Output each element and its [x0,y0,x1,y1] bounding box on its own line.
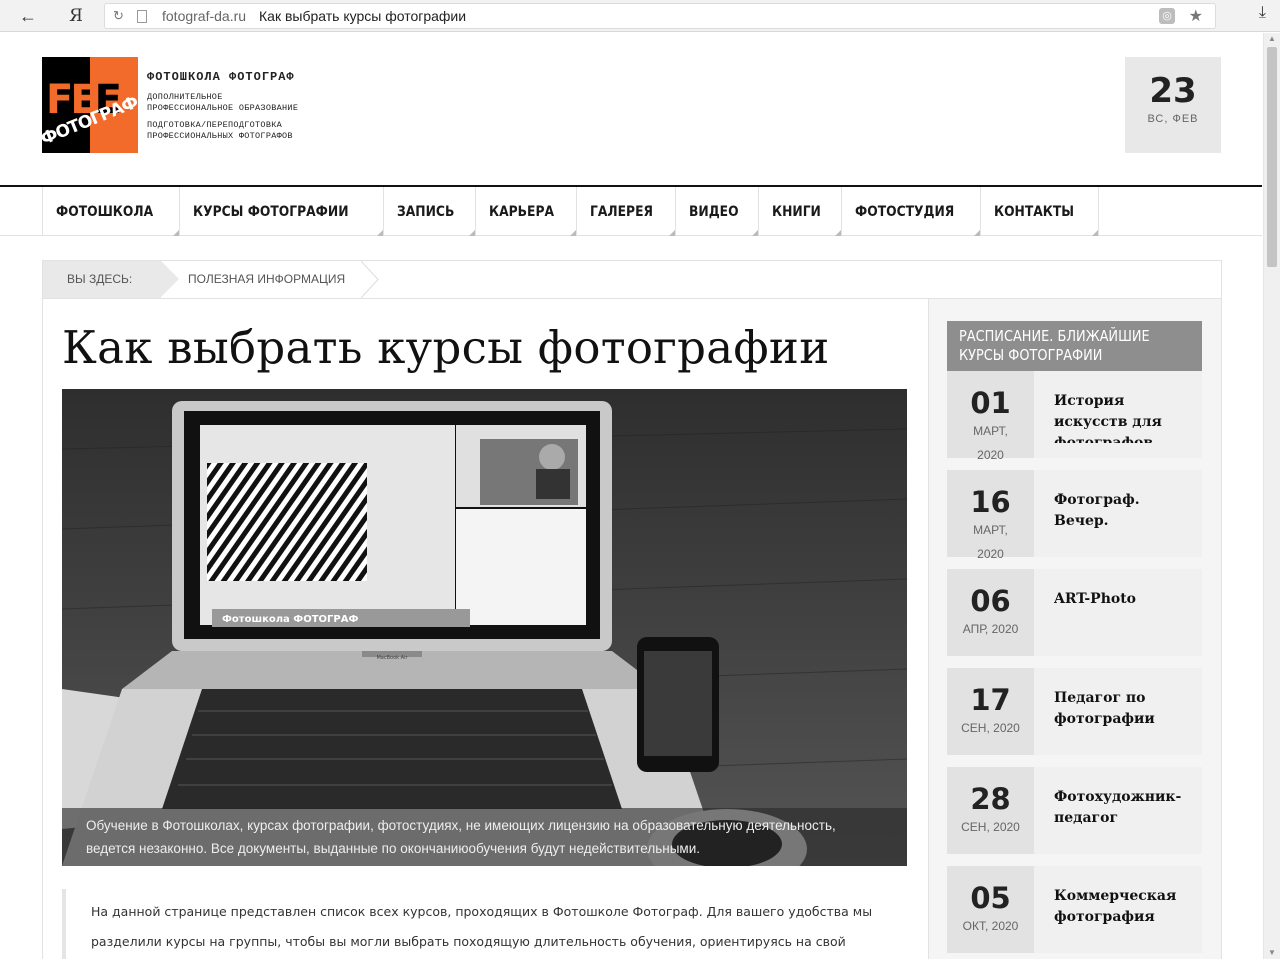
page-info-icon[interactable] [137,10,147,23]
breadcrumb: ВЫ ЗДЕСЬ: ПОЛЕЗНАЯ ИНФОРМАЦИЯ [42,260,1222,298]
school-name: ФОТОШКОЛА ФОТОГРАФ [147,70,295,84]
event-month: ОКТ, 2020 [962,919,1019,933]
event-title[interactable]: Коммерческая фотография [1054,886,1194,928]
tagline-line: ПОДГОТОВКА/ПЕРЕПОДГОТОВКА [147,120,283,130]
breadcrumb-current[interactable]: ПОЛЕЗНАЯ ИНФОРМАЦИЯ [188,261,345,298]
nav-label: ГАЛЕРЕЯ [590,203,654,220]
laptop-photo: Фотошкола ФОТОГРАФ MacBook Air [62,389,907,866]
nav-item-signup[interactable]: ЗАПИСЬ [384,187,477,236]
nav-item-studio[interactable]: ФОТОСТУДИЯ [842,187,982,236]
schedule-item[interactable]: 06 АПР, 2020 ART-Photo [947,569,1202,656]
event-date: 17 СЕН, 2020 [947,668,1034,755]
event-month: МАРТ, [973,523,1008,537]
event-day: 17 [970,683,1011,717]
event-day: 05 [970,881,1011,915]
schedule-item[interactable]: 28 СЕН, 2020 Фотохудожник-педагог [947,767,1202,854]
breadcrumb-separator-icon [361,261,379,298]
event-month: АПР, 2020 [962,622,1019,636]
download-icon[interactable]: ⤓ [1259,4,1266,22]
scroll-down-icon[interactable]: ▼ [1268,948,1276,957]
address-page-title: Как выбрать курсы фотографии [259,8,467,24]
nav-label: КУРСЫ ФОТОГРАФИИ [193,203,349,220]
event-date: 16 МАРТ, 2020 [947,470,1034,561]
event-day: 28 [970,782,1011,816]
screen-watermark: Фотошкола ФОТОГРАФ [222,614,358,625]
nav-label: ФОТОСТУДИЯ [854,203,954,220]
event-title[interactable]: Фотограф. Вечер. [1054,490,1194,532]
schedule-title: РАСПИСАНИЕ. БЛИЖАЙШИЕ КУРСЫ ФОТОГРАФИИ [947,321,1202,371]
schedule-item[interactable]: 16 МАРТ, 2020 Фотограф. Вечер. [947,470,1202,561]
event-date: 01 МАРТ, 2020 [947,371,1034,462]
event-year: 2020 [977,547,1004,561]
scroll-up-icon[interactable]: ▲ [1268,34,1276,43]
main-nav: ФОТОШКОЛА КУРСЫ ФОТОГРАФИИ ЗАПИСЬ КАРЬЕР… [0,185,1262,236]
schedule-item[interactable]: 01 МАРТ, 2020 История искусств для фотог… [947,371,1202,462]
nav-item-contacts[interactable]: КОНТАКТЫ [981,187,1100,236]
nav-label: ЗАПИСЬ [397,203,455,220]
page-scrollbar[interactable]: ▲ ▼ [1263,33,1280,959]
event-month: МАРТ, [973,424,1008,438]
address-bar[interactable]: ↻ fotograf-da.ru Как выбрать курсы фотог… [104,3,1216,29]
event-year: 2020 [977,448,1004,462]
yandex-logo-icon[interactable]: Я [64,4,88,28]
nav-label: КАРЬЕРА [489,203,555,220]
school-tagline: ФОТОШКОЛА ФОТОГРАФ ДОПОЛНИТЕЛЬНОЕ ПРОФЕС… [147,70,298,142]
nav-item-courses[interactable]: КУРСЫ ФОТОГРАФИИ [180,187,385,236]
event-date: 28 СЕН, 2020 [947,767,1034,854]
event-title[interactable]: Фотохудожник-педагог [1054,787,1194,829]
event-day: 16 [970,485,1011,519]
scrollbar-thumb[interactable] [1267,47,1277,267]
event-date: 06 АПР, 2020 [947,569,1034,656]
today-day: 23 [1149,71,1197,111]
event-day: 06 [970,584,1011,618]
reload-icon[interactable]: ↻ [113,8,124,24]
tagline-line: ПРОФЕССИОНАЛЬНОЕ ОБРАЗОВАНИЕ [147,103,299,113]
nav-label: КОНТАКТЫ [994,203,1075,220]
event-month: СЕН, 2020 [961,820,1020,834]
protect-icon[interactable]: ◎ [1159,8,1175,24]
schedule-item[interactable]: 05 ОКТ, 2020 Коммерческая фотография [947,866,1202,953]
event-title[interactable]: ART-Photo [1054,589,1194,610]
schedule-title-line: КУРСЫ ФОТОГРАФИИ [959,346,1103,364]
nav-label: КНИГИ [772,203,821,220]
hero-image: Фотошкола ФОТОГРАФ MacBook Air Обучение … [62,389,907,866]
nav-item-video[interactable]: ВИДЕО [676,187,760,236]
tagline-line: ДОПОЛНИТЕЛЬНОЕ [147,92,223,102]
laptop-label: MacBook Air [376,655,408,661]
event-title[interactable]: История искусств для фотографов [1054,391,1194,443]
nav-label: ФОТОШКОЛА [56,203,154,220]
site-logo[interactable]: FEET ФОТОГРАФ [42,57,138,153]
event-day: 01 [970,386,1011,420]
nav-label: ВИДЕО [688,203,739,220]
back-arrow-icon[interactable]: ← [16,4,40,28]
breadcrumb-arrow-icon [161,261,179,297]
page-title: Как выбрать курсы фотографии [62,321,830,374]
nav-item-career[interactable]: КАРЬЕРА [476,187,578,236]
intro-quote: На данной странице представлен список вс… [62,889,907,959]
hero-caption: Обучение в Фотошколах, курсах фотографии… [62,808,907,866]
today-weekday-month: ВС, ФЕВ [1147,113,1199,125]
schedule-item[interactable]: 17 СЕН, 2020 Педагог по фотографии [947,668,1202,755]
event-date: 05 ОКТ, 2020 [947,866,1034,953]
nav-item-books[interactable]: КНИГИ [759,187,842,236]
nav-item-gallery[interactable]: ГАЛЕРЕЯ [577,187,676,236]
schedule-title-line: РАСПИСАНИЕ. БЛИЖАЙШИЕ [959,327,1150,345]
event-title[interactable]: Педагог по фотографии [1054,688,1194,730]
address-domain: fotograf-da.ru [162,8,247,24]
breadcrumb-here-label: ВЫ ЗДЕСЬ: [43,261,161,298]
today-date: 23 ВС, ФЕВ [1125,57,1221,153]
nav-item-school[interactable]: ФОТОШКОЛА [43,187,181,236]
event-month: СЕН, 2020 [961,721,1020,735]
tagline-line: ПРОФЕССИОНАЛЬНЫХ ФОТОГРАФОВ [147,131,293,141]
bookmark-star-icon[interactable]: ★ [1189,6,1203,26]
browser-toolbar: ← Я ↻ fotograf-da.ru Как выбрать курсы ф… [0,0,1280,32]
